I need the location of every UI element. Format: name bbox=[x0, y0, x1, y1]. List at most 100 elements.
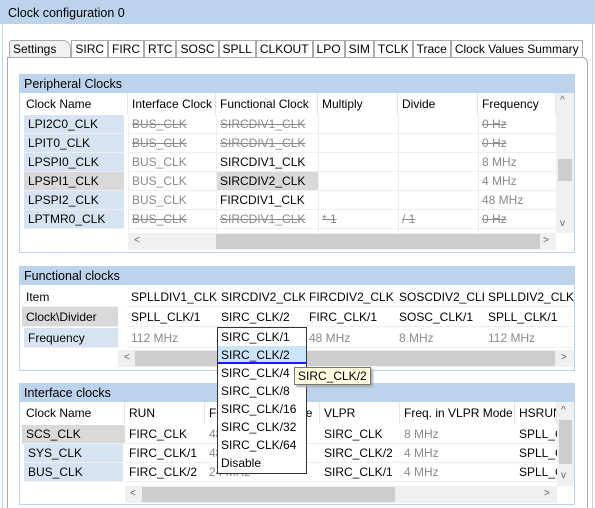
tab-clock-values-summary[interactable]: Clock Values Summary bbox=[450, 40, 583, 57]
table-cell[interactable]: BUS_CLK bbox=[128, 115, 216, 134]
table-cell[interactable]: FIRC_CLK/2 bbox=[125, 463, 205, 482]
dropdown-option[interactable]: Disable bbox=[218, 454, 306, 472]
table-cell[interactable]: SIRCDIV2_CLK bbox=[216, 172, 318, 191]
scrollbar-thumb[interactable] bbox=[558, 159, 572, 181]
table-cell[interactable]: SIRC_CLK/1 bbox=[320, 463, 400, 482]
column-header[interactable]: Functional Clock bbox=[216, 93, 318, 115]
column-header[interactable]: Multiply bbox=[318, 93, 398, 115]
scroll-left-icon[interactable]: < bbox=[124, 352, 130, 363]
table-cell[interactable]: SIRCDIV1_CLK bbox=[216, 153, 318, 172]
tab-spll[interactable]: SPLL bbox=[218, 40, 256, 57]
table-cell[interactable] bbox=[318, 191, 398, 210]
scroll-down-icon[interactable]: v bbox=[560, 218, 565, 229]
column-header[interactable]: VLPR bbox=[320, 402, 400, 424]
table-cell: 48 MHz bbox=[305, 328, 395, 348]
table-cell[interactable] bbox=[398, 191, 478, 210]
dropdown-option[interactable]: SIRC_CLK/8 bbox=[218, 382, 306, 400]
table-cell[interactable]: BUS_CLK bbox=[128, 210, 216, 229]
table-cell[interactable] bbox=[318, 134, 398, 153]
dropdown-option[interactable]: SIRC_CLK/32 bbox=[218, 418, 306, 436]
table-cell[interactable]: 0 Hz bbox=[478, 134, 556, 153]
table-cell[interactable] bbox=[318, 153, 398, 172]
table-cell[interactable]: SPLL_CLK bbox=[515, 444, 557, 463]
tab-clkout[interactable]: CLKOUT bbox=[255, 40, 313, 57]
tab-rtc[interactable]: RTC bbox=[144, 40, 177, 57]
scroll-right-icon[interactable]: > bbox=[543, 235, 549, 246]
group-title: Peripheral Clocks bbox=[20, 75, 574, 93]
table-cell[interactable]: SPLL_CLK bbox=[515, 463, 557, 482]
table-cell[interactable]: BUS_CLK bbox=[128, 172, 216, 191]
table-cell[interactable]: BUS_CLK bbox=[128, 191, 216, 210]
table-cell[interactable]: * 1 bbox=[318, 210, 398, 229]
table-cell[interactable]: 0 Hz bbox=[478, 210, 556, 229]
dropdown-option[interactable]: SIRC_CLK/16 bbox=[218, 400, 306, 418]
table-cell[interactable] bbox=[398, 153, 478, 172]
divider-select[interactable]: SPLL_CLK/1 bbox=[127, 307, 217, 327]
table-cell[interactable]: SIRC_CLK bbox=[320, 425, 400, 444]
tab-bar: Settings SIRC FIRC RTC SOSC SPLL CLKOUT LPO SIM T… bbox=[9, 40, 583, 58]
tab-trace[interactable]: Trace bbox=[412, 40, 451, 57]
table-cell[interactable]: FIRC_CLK/1 bbox=[125, 444, 205, 463]
table-cell[interactable]: SIRCDIV1_CLK bbox=[216, 115, 318, 134]
table-cell[interactable]: BUS_CLK bbox=[128, 134, 216, 153]
table-cell[interactable]: 0 Hz bbox=[478, 115, 556, 134]
table-cell[interactable]: 8 MHz bbox=[478, 153, 556, 172]
table-cell[interactable] bbox=[318, 172, 398, 191]
dropdown-option[interactable]: SIRC_CLK/64 bbox=[218, 436, 306, 454]
scroll-right-icon[interactable]: > bbox=[544, 488, 550, 499]
tab-tclk[interactable]: TCLK bbox=[373, 40, 413, 57]
scrollbar-thumb[interactable] bbox=[135, 351, 555, 366]
table-cell[interactable] bbox=[398, 115, 478, 134]
table-cell[interactable]: / 1 bbox=[398, 210, 478, 229]
table-cell[interactable]: FIRC_CLK bbox=[125, 425, 205, 444]
scroll-up-icon[interactable]: ^ bbox=[560, 95, 565, 106]
scroll-left-icon[interactable]: < bbox=[130, 488, 136, 499]
scroll-down-icon[interactable]: v bbox=[561, 470, 566, 481]
divider-select[interactable]: FIRC_CLK/1 bbox=[305, 307, 395, 327]
table-cell[interactable] bbox=[398, 172, 478, 191]
tab-firc[interactable]: FIRC bbox=[108, 40, 145, 57]
column-header[interactable]: Divide bbox=[398, 93, 478, 115]
table-cell[interactable]: FIRCDIV1_CLK bbox=[216, 191, 318, 210]
tab-sirc[interactable]: SIRC bbox=[71, 40, 109, 57]
column-header[interactable]: HSRUN bbox=[515, 402, 557, 424]
table-cell[interactable]: SIRCDIV1_CLK bbox=[216, 134, 318, 153]
table-cell[interactable]: 4 MHz bbox=[400, 444, 515, 463]
column-header[interactable]: Clock Name bbox=[22, 402, 125, 424]
tab-sim[interactable]: SIM bbox=[344, 40, 374, 57]
tab-settings[interactable]: Settings bbox=[9, 40, 72, 57]
table-cell[interactable]: 8 MHz bbox=[400, 425, 515, 444]
dropdown-option[interactable]: SIRC_CLK/2 bbox=[218, 346, 306, 364]
clock-name-cell: LPIT0_CLK bbox=[24, 134, 124, 153]
table-cell[interactable]: BUS_CLK bbox=[128, 153, 216, 172]
scrollbar-thumb[interactable] bbox=[142, 487, 395, 502]
column-header[interactable]: Clock Name bbox=[22, 93, 128, 115]
dropdown-option[interactable]: SIRC_CLK/4 bbox=[218, 364, 306, 382]
tab-sosc[interactable]: SOSC bbox=[176, 40, 219, 57]
divider-select[interactable]: SOSC_CLK/1 bbox=[395, 307, 484, 327]
table-cell[interactable]: 4 MHz bbox=[400, 463, 515, 482]
scroll-right-icon[interactable]: > bbox=[561, 352, 567, 363]
table-cell[interactable]: SIRCDIV1_CLK bbox=[216, 210, 318, 229]
divider-dropdown-list[interactable]: SIRC_CLK/1 SIRC_CLK/2 SIRC_CLK/4 SIRC_CLK/8… bbox=[217, 327, 307, 474]
table-cell[interactable]: SPLL_CLK bbox=[515, 425, 557, 444]
table-cell[interactable]: 4 MHz bbox=[478, 172, 556, 191]
scrollbar-thumb[interactable] bbox=[559, 420, 572, 464]
table-cell[interactable]: SIRC_CLK/2 bbox=[320, 444, 400, 463]
column-header[interactable]: Freq. in VLPR Mode bbox=[400, 402, 515, 424]
scroll-up-icon[interactable]: ^ bbox=[561, 405, 566, 416]
scroll-left-icon[interactable]: < bbox=[134, 235, 140, 246]
table-cell: FIRCDIV2_CLK bbox=[305, 285, 395, 307]
column-header[interactable]: Frequency bbox=[478, 93, 556, 115]
column-header[interactable]: RUN bbox=[125, 402, 205, 424]
tab-lpo[interactable]: LPO bbox=[312, 40, 345, 57]
divider-select[interactable]: SIRC_CLK/2 bbox=[217, 307, 305, 327]
table-cell[interactable]: 48 MHz bbox=[478, 191, 556, 210]
dropdown-option[interactable]: SIRC_CLK/1 bbox=[218, 328, 306, 346]
table-cell: SPLLDIV2_CLK bbox=[484, 285, 574, 307]
scrollbar-thumb[interactable] bbox=[216, 234, 540, 249]
table-cell[interactable] bbox=[318, 115, 398, 134]
column-header[interactable]: Interface Clock bbox=[128, 93, 216, 115]
divider-select[interactable]: SPLL_CLK/1 bbox=[484, 307, 574, 327]
table-cell[interactable] bbox=[398, 134, 478, 153]
